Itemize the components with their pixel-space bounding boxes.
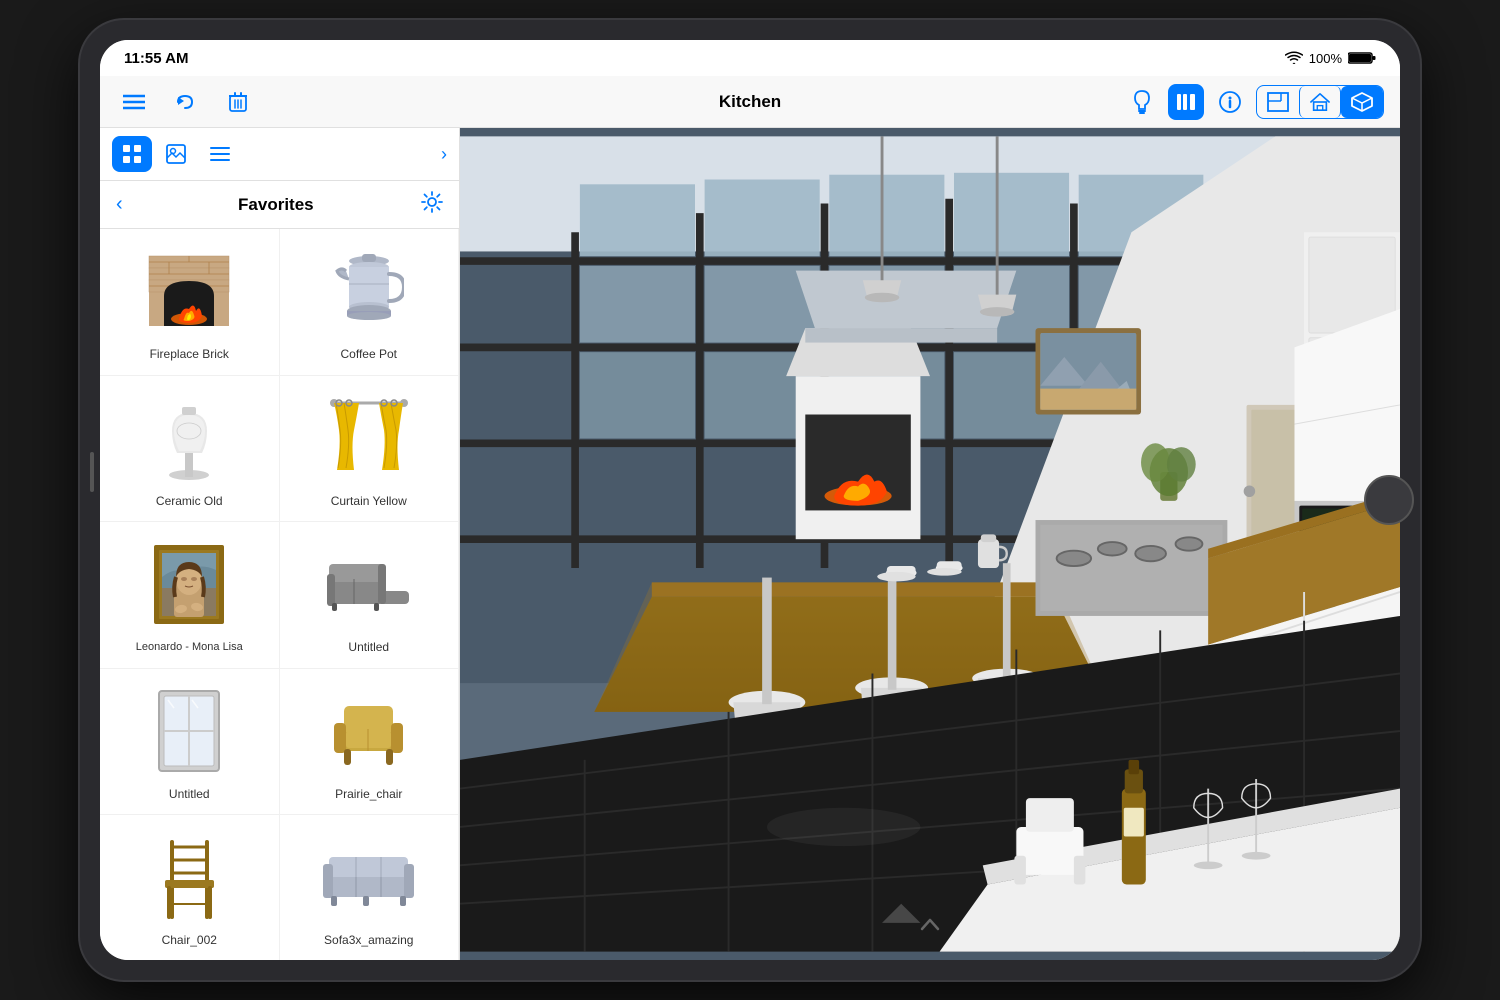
view-3d[interactable] xyxy=(460,128,1400,960)
floorplan-button[interactable] xyxy=(1257,86,1299,118)
volume-button[interactable] xyxy=(90,452,94,492)
info-icon[interactable] xyxy=(1212,84,1248,120)
item-image-sofa3x xyxy=(319,827,419,927)
house-button[interactable] xyxy=(1299,86,1341,118)
list-item[interactable]: Untitled xyxy=(100,669,280,816)
item-image-fireplace xyxy=(139,241,239,341)
item-label-sofa-gray: Untitled xyxy=(348,640,389,656)
sidebar-tab-image[interactable] xyxy=(156,136,196,172)
nav-title: Kitchen xyxy=(543,92,958,112)
list-item[interactable]: Fireplace Brick xyxy=(100,229,280,376)
view-button-group xyxy=(1256,85,1384,119)
item-label-ceramic: Ceramic Old xyxy=(156,494,223,510)
item-image-painting xyxy=(139,534,239,634)
item-image-window xyxy=(139,681,239,781)
item-label-fireplace: Fireplace Brick xyxy=(150,347,229,363)
status-time: 11:55 AM xyxy=(124,50,188,67)
sidebar-tabs: › xyxy=(100,128,459,181)
threed-button[interactable] xyxy=(1341,86,1383,118)
list-item[interactable]: Sofa3x_amazing xyxy=(280,815,460,960)
undo-button[interactable] xyxy=(168,84,204,120)
item-label-sofa3x: Sofa3x_amazing xyxy=(324,933,413,949)
library-icon[interactable] xyxy=(1168,84,1204,120)
list-item[interactable]: Leonardo - Mona Lisa xyxy=(100,522,280,669)
nav-bar: Kitchen xyxy=(100,76,1400,128)
item-label-chair-yellow: Prairie_chair xyxy=(335,787,402,803)
list-item[interactable]: Ceramic Old xyxy=(100,376,280,523)
lightbulb-icon[interactable] xyxy=(1124,84,1160,120)
item-label-painting: Leonardo - Mona Lisa xyxy=(136,640,243,654)
battery-icon xyxy=(1348,51,1376,65)
sidebar-header: ‹ Favorites xyxy=(100,181,459,229)
item-label-window: Untitled xyxy=(169,787,210,803)
sidebar-back-button[interactable]: ‹ xyxy=(116,193,123,216)
list-item[interactable]: Coffee Pot xyxy=(280,229,460,376)
expand-arrow[interactable] xyxy=(918,915,942,940)
list-item[interactable]: Chair_002 xyxy=(100,815,280,960)
sidebar-expand-button[interactable]: › xyxy=(441,144,447,165)
main-content: › ‹ Favorites xyxy=(100,128,1400,960)
device-screen: 11:55 AM 100% xyxy=(100,40,1400,960)
item-image-curtain xyxy=(319,388,419,488)
device-frame: 11:55 AM 100% xyxy=(80,20,1420,980)
sidebar-title: Favorites xyxy=(131,195,421,215)
list-item[interactable]: Untitled xyxy=(280,522,460,669)
sidebar-tab-list[interactable] xyxy=(200,136,240,172)
battery-text: 100% xyxy=(1309,51,1342,66)
item-image-sofa-gray xyxy=(319,534,419,634)
item-label-chair: Chair_002 xyxy=(162,933,217,949)
item-image-chair-yellow xyxy=(319,681,419,781)
list-item[interactable]: Curtain Yellow xyxy=(280,376,460,523)
sidebar-tab-grid[interactable] xyxy=(112,136,152,172)
item-label-curtain: Curtain Yellow xyxy=(331,494,407,510)
item-image-chair xyxy=(139,827,239,927)
status-icons: 100% xyxy=(1285,51,1376,66)
item-image-coffeepot xyxy=(319,241,419,341)
home-button[interactable] xyxy=(1364,475,1414,525)
sidebar-settings-button[interactable] xyxy=(421,191,443,218)
sidebar: › ‹ Favorites xyxy=(100,128,460,960)
list-item[interactable]: Prairie_chair xyxy=(280,669,460,816)
item-label-coffeepot: Coffee Pot xyxy=(341,347,397,363)
menu-button[interactable] xyxy=(116,84,152,120)
status-bar: 11:55 AM 100% xyxy=(100,40,1400,76)
nav-right xyxy=(969,84,1384,120)
wifi-icon xyxy=(1285,51,1303,65)
delete-button[interactable] xyxy=(220,84,256,120)
items-grid: Fireplace Brick xyxy=(100,229,459,960)
item-image-ceramic xyxy=(139,388,239,488)
nav-left xyxy=(116,84,531,120)
